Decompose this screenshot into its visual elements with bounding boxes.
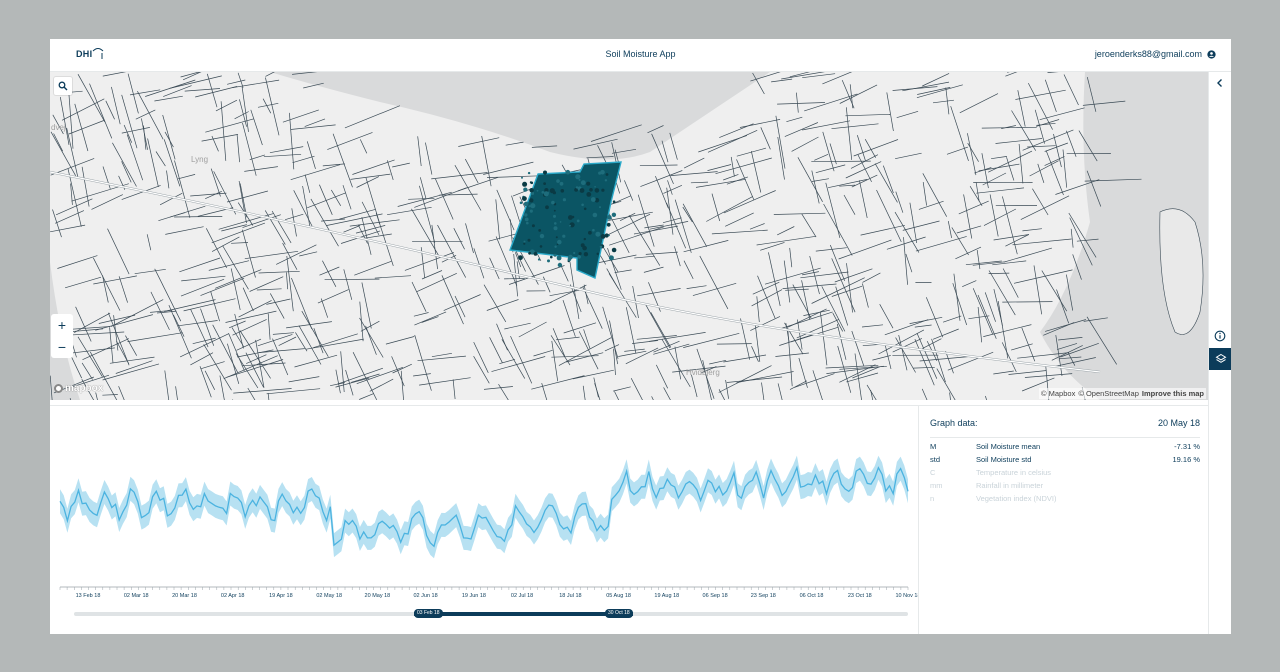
improve-map-link[interactable]: Improve this map (1142, 389, 1204, 398)
x-tick-label: 02 Jun 18 (414, 593, 438, 599)
x-tick-label: 18 Jul 18 (559, 593, 581, 599)
place-label-hvidbjerg: Hvidbjerg (686, 368, 720, 377)
place-label-lyng: Lyng (191, 155, 209, 164)
graph-data-date: 20 May 18 (1157, 418, 1200, 428)
water-bay (270, 72, 770, 160)
x-tick-label: 06 Sep 18 (703, 593, 728, 599)
x-tick-label: 19 Apr 18 (269, 593, 293, 599)
x-tick-label: 10 Nov 18 (895, 593, 918, 599)
x-tick-label: 06 Oct 18 (800, 593, 824, 599)
graph-data-panel: Graph data: 20 May 18 M Soil Moisture me… (918, 405, 1208, 634)
mapbox-logo[interactable]: mapbox (54, 383, 103, 394)
x-tick-label: 19 Aug 18 (654, 593, 679, 599)
user-email[interactable]: jeroenderks88@gmail.com (1095, 49, 1202, 59)
graph-data-header: Graph data: 20 May 18 (930, 418, 1200, 438)
map-view[interactable]: Lyng dvej Hvidbjerg + − mapbox © Mapbox … (50, 72, 1208, 400)
layers-button[interactable] (1209, 348, 1231, 370)
zoom-controls: + − (51, 314, 73, 358)
date-range-slider-selection[interactable] (414, 612, 633, 616)
x-tick-label: 20 Mar 18 (172, 593, 197, 599)
time-series-graph[interactable]: 13 Feb 18 02 Mar 18 20 Mar 18 02 Apr 18 19 A… (50, 405, 918, 634)
x-tick-label: 23 Sep 18 (751, 593, 776, 599)
road-label: dvej (51, 123, 66, 132)
x-tick-label: 19 Jun 18 (462, 593, 486, 599)
data-row-ndvi[interactable]: n Vegetation index (NDVI) (930, 494, 1200, 507)
account-circle-icon[interactable] (1207, 50, 1216, 59)
right-rail (1208, 72, 1231, 634)
graph-canvas[interactable]: 13 Feb 18 02 Mar 18 20 Mar 18 02 Apr 18 19 A… (50, 406, 918, 634)
info-icon[interactable] (1214, 330, 1226, 342)
map-search-button[interactable] (54, 77, 72, 95)
graph-data-title: Graph data: (930, 418, 978, 428)
x-tick-label: 13 Feb 18 (76, 593, 101, 599)
data-row-std[interactable]: std Soil Moisture std 19.16 % (930, 455, 1200, 468)
slider-start-handle[interactable]: 03 Feb 18 (414, 609, 443, 618)
x-tick-label: 05 Aug 18 (606, 593, 631, 599)
mapbox-icon (54, 384, 63, 393)
app-header: DHI Soil Moisture App jeroenderks88@gmai… (50, 39, 1231, 72)
x-tick-label: 02 Mar 18 (124, 593, 149, 599)
map-attribution: © Mapbox © OpenStreetMap Improve this ma… (1039, 388, 1206, 399)
data-row-rainfall[interactable]: mm Rainfall in millimeter (930, 481, 1200, 494)
map-canvas[interactable] (50, 72, 1208, 400)
zoom-out-button[interactable]: − (51, 336, 73, 358)
data-row-temperature[interactable]: C Temperature in celsius (930, 468, 1200, 481)
app-title: Soil Moisture App (605, 49, 676, 59)
layers-icon (1215, 353, 1226, 363)
x-tick-label: 02 Apr 18 (221, 593, 245, 599)
x-tick-label: 02 Jul 18 (511, 593, 533, 599)
zoom-in-button[interactable]: + (51, 314, 73, 336)
search-icon (58, 81, 68, 91)
slider-end-handle[interactable]: 30 Oct 18 (605, 609, 633, 618)
x-tick-label: 23 Oct 18 (848, 593, 872, 599)
app-window: DHI Soil Moisture App jeroenderks88@gmai… (50, 39, 1231, 634)
attribution-osm[interactable]: © OpenStreetMap (1078, 389, 1139, 398)
data-row-mean[interactable]: M Soil Moisture mean -7.31 % (930, 442, 1200, 455)
x-tick-label: 02 May 18 (316, 593, 342, 599)
attribution-mapbox[interactable]: © Mapbox (1041, 389, 1075, 398)
x-tick-label: 20 May 18 (365, 593, 391, 599)
std-band (60, 455, 908, 559)
chevron-left-icon[interactable] (1214, 77, 1226, 89)
